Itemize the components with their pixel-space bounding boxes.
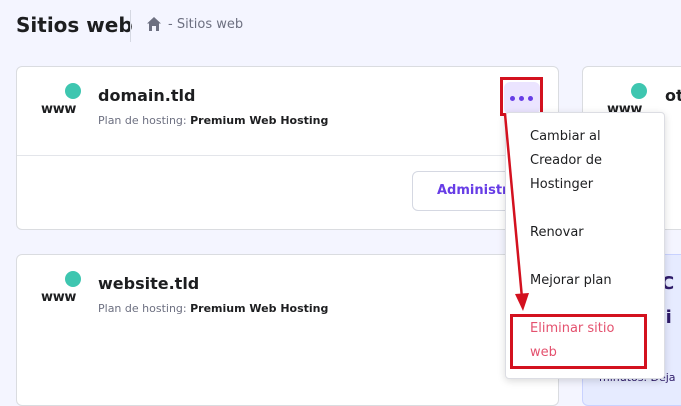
annotation-arrow [503,113,529,311]
